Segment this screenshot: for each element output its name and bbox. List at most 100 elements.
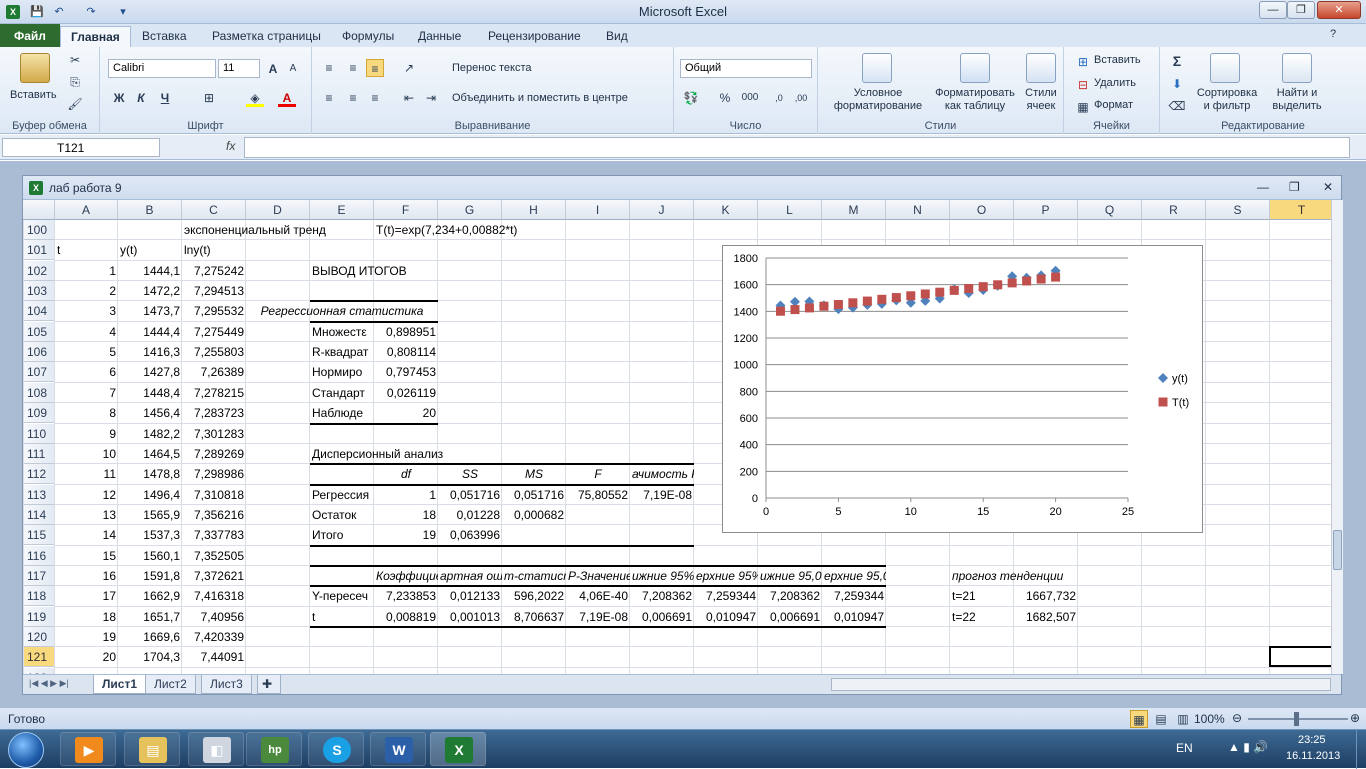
cut-icon[interactable]: ✂ xyxy=(66,51,84,69)
t-value[interactable]: 1 xyxy=(55,261,118,281)
column-header[interactable]: I xyxy=(566,200,630,220)
bold-button[interactable]: Ж xyxy=(110,89,128,107)
anova-header[interactable]: F xyxy=(566,464,630,484)
coef-header[interactable]: P-Значение xyxy=(566,566,630,586)
zoom-out-icon[interactable]: ⊖ xyxy=(1232,711,1242,725)
coef-value[interactable]: 8,706637 xyxy=(502,607,566,627)
column-header[interactable]: E xyxy=(310,200,374,220)
restore-button[interactable]: ❐ xyxy=(1287,1,1315,19)
decrease-indent-icon[interactable]: ⇤ xyxy=(400,89,418,107)
paste-icon[interactable] xyxy=(20,53,50,83)
lny-value[interactable]: 7,278215 xyxy=(182,383,246,403)
stat-value[interactable]: 0,797453 xyxy=(374,362,438,382)
fill-icon[interactable]: ⬇ xyxy=(1168,75,1186,93)
font-size-select[interactable]: 11 xyxy=(218,59,260,78)
row-header[interactable]: 110 xyxy=(23,423,55,444)
t-value[interactable]: 13 xyxy=(55,505,118,525)
zoom-level[interactable]: 100% xyxy=(1194,712,1225,726)
anova-significance[interactable] xyxy=(630,525,694,545)
y-value[interactable]: 1473,7 xyxy=(118,301,182,321)
coef-value[interactable]: 7,208362 xyxy=(758,586,822,606)
row-header[interactable]: 105 xyxy=(23,321,55,342)
page-break-view-icon[interactable]: ▥ xyxy=(1174,710,1192,728)
coef-header[interactable]: ерхние 95,0% xyxy=(822,566,886,586)
active-cell[interactable] xyxy=(1269,646,1331,668)
column-header[interactable]: Q xyxy=(1078,200,1142,220)
stat-label[interactable]: Стандарт xyxy=(310,383,374,403)
y-value[interactable]: 1416,3 xyxy=(118,342,182,362)
orientation-icon[interactable]: ↗ xyxy=(400,59,418,77)
conditional-format-icon[interactable] xyxy=(862,53,892,83)
stat-value[interactable]: 20 xyxy=(374,403,438,423)
taskbar-explorer[interactable]: ▤ xyxy=(124,732,180,766)
row-header[interactable]: 109 xyxy=(23,403,55,424)
y-value[interactable]: 1478,8 xyxy=(118,464,182,484)
format-painter-icon[interactable]: 🖌 xyxy=(66,95,84,113)
column-header[interactable]: K xyxy=(694,200,758,220)
lny-value[interactable]: 7,295532 xyxy=(182,301,246,321)
row-header[interactable]: 120 xyxy=(23,627,55,647)
row-header[interactable]: 115 xyxy=(23,525,55,546)
font-color-icon[interactable]: A xyxy=(278,89,296,107)
thousands-button[interactable]: 000 xyxy=(738,89,762,107)
column-header[interactable]: O xyxy=(950,200,1014,220)
tab-formulas[interactable]: Формулы xyxy=(332,26,404,47)
lny-value[interactable]: 7,40956 xyxy=(182,607,246,627)
font-name-select[interactable]: Calibri xyxy=(108,59,216,78)
anova-header[interactable]: df xyxy=(374,464,438,484)
t-value[interactable]: 16 xyxy=(55,566,118,586)
stat-label[interactable]: Нормиро xyxy=(310,362,374,382)
column-header[interactable]: G xyxy=(438,200,502,220)
column-header[interactable]: H xyxy=(502,200,566,220)
row-header[interactable]: 107 xyxy=(23,362,55,383)
anova-df[interactable]: 19 xyxy=(374,525,438,545)
minimize-button[interactable]: — xyxy=(1259,1,1287,19)
forecast-t[interactable]: t=22 xyxy=(950,607,1014,627)
find-select-button[interactable]: Найти и выделить xyxy=(1266,87,1328,113)
forecast-t[interactable]: t=21 xyxy=(950,586,1014,606)
lny-value[interactable]: 7,275449 xyxy=(182,322,246,342)
lny-value[interactable]: 7,283723 xyxy=(182,403,246,423)
currency-icon[interactable]: 💱 xyxy=(682,89,700,107)
anova-ss[interactable]: 0,051716 xyxy=(438,485,502,505)
row-header[interactable]: 121 xyxy=(23,647,55,668)
anova-header[interactable]: MS xyxy=(502,464,566,484)
align-right-icon[interactable]: ≡ xyxy=(366,89,384,107)
lny-value[interactable]: 7,275242 xyxy=(182,261,246,281)
anova-ms[interactable] xyxy=(502,525,566,545)
column-header[interactable]: J xyxy=(630,200,694,220)
row-header[interactable]: 114 xyxy=(23,504,55,525)
sheet-tab-3[interactable]: Лист3 xyxy=(201,675,252,694)
taskbar-paint[interactable]: ◧ xyxy=(188,732,244,766)
taskbar-media-player[interactable]: ▶ xyxy=(60,732,116,766)
anova-ss[interactable]: 0,063996 xyxy=(438,525,502,545)
forecast-value[interactable]: 1682,507 xyxy=(1014,607,1078,627)
t-value[interactable]: 2 xyxy=(55,281,118,301)
t-value[interactable]: 20 xyxy=(55,647,118,667)
t-value[interactable]: 14 xyxy=(55,525,118,545)
t-value[interactable]: 19 xyxy=(55,627,118,647)
column-header[interactable]: A xyxy=(55,200,118,220)
select-all-corner[interactable] xyxy=(23,200,55,220)
coef-value[interactable]: 0,010947 xyxy=(822,607,886,627)
t-value[interactable]: 12 xyxy=(55,485,118,505)
coef-value[interactable]: 0,006691 xyxy=(630,607,694,627)
tray-icons[interactable]: ▲ ▮ 🔊 xyxy=(1228,740,1268,754)
row-header[interactable]: 108 xyxy=(23,382,55,403)
column-header[interactable]: L xyxy=(758,200,822,220)
y-value[interactable]: 1669,6 xyxy=(118,627,182,647)
row-header[interactable]: 100 xyxy=(23,220,55,240)
forecast-title[interactable]: прогноз тенденции xyxy=(950,566,1090,586)
header-t[interactable]: t xyxy=(55,240,118,260)
header-lny[interactable]: lny(t) xyxy=(182,240,246,260)
clear-icon[interactable]: ⌫ xyxy=(1168,97,1186,115)
y-value[interactable]: 1662,9 xyxy=(118,586,182,606)
align-bottom-icon[interactable]: ≡ xyxy=(366,59,384,77)
anova-header[interactable]: ачимость F xyxy=(630,464,694,484)
tab-review[interactable]: Рецензирование xyxy=(478,26,591,47)
anova-f[interactable] xyxy=(566,525,630,545)
new-sheet-icon[interactable]: ✚ xyxy=(257,675,281,694)
y-value[interactable]: 1444,1 xyxy=(118,261,182,281)
coef-header[interactable]: ижние 95,0 xyxy=(758,566,822,586)
y-value[interactable]: 1464,5 xyxy=(118,444,182,464)
